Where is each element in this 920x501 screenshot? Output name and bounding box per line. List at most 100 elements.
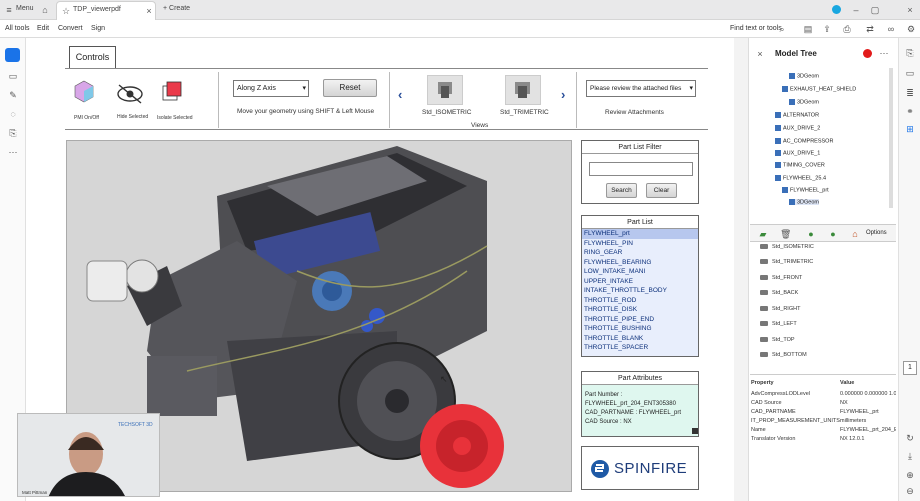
checkbox-icon[interactable]	[789, 73, 795, 79]
view-item-label[interactable]: Std_BACK	[772, 290, 798, 296]
bookmark-icon[interactable]: ⎘	[905, 48, 915, 58]
layers-icon[interactable]: ≣	[905, 88, 915, 98]
list-item[interactable]: FLYWHEEL_BEARING	[582, 258, 698, 268]
clear-button[interactable]: Clear	[646, 183, 677, 198]
select-tool-icon[interactable]	[5, 48, 20, 62]
checkbox-icon[interactable]	[775, 125, 781, 131]
view-thumb-trimetric[interactable]	[505, 75, 541, 105]
pen-icon[interactable]: ✎	[8, 90, 18, 100]
tree-item-label[interactable]: ALTERNATOR	[783, 112, 819, 118]
list-item[interactable]: THROTTLE_DISK	[582, 305, 698, 315]
checkbox-icon[interactable]	[775, 138, 781, 144]
list-item[interactable]: THROTTLE_SPACER	[582, 343, 698, 353]
home-icon[interactable]: ⌂	[40, 5, 50, 15]
part-list[interactable]: FLYWHEEL_prt FLYWHEEL_PIN RING_GEAR FLYW…	[582, 229, 698, 356]
close-panel-icon[interactable]: ×	[755, 49, 765, 59]
lasso-icon[interactable]: ◌	[8, 109, 18, 119]
star-icon[interactable]: ☆	[61, 6, 71, 16]
view-label-isometric[interactable]: Std_ISOMETRIC	[422, 109, 471, 116]
save-icon[interactable]: ▤	[803, 24, 813, 34]
view-item-label[interactable]: Std_TOP	[772, 337, 795, 343]
tree-item-label[interactable]: FLYWHEEL_prt	[790, 187, 829, 193]
filter-input[interactable]	[589, 162, 693, 176]
comment-panel-icon[interactable]: ▭	[905, 68, 915, 78]
sign-menu[interactable]: Sign	[91, 25, 105, 32]
document-tab[interactable]: ☆ TDP_viewerpdf ×	[56, 1, 156, 20]
create-button[interactable]: + Create	[163, 5, 190, 12]
list-item[interactable]: LOW_INTAKE_MANI	[582, 267, 698, 277]
list-item[interactable]: THROTTLE_BUSHING	[582, 324, 698, 334]
search-icon[interactable]: ⌕	[777, 24, 787, 34]
stamp-icon[interactable]: ⎘	[8, 128, 18, 138]
view-item-label[interactable]: Std_LEFT	[772, 321, 797, 327]
list-item[interactable]: THROTTLE_ROD	[582, 296, 698, 306]
tree-item-label[interactable]: 3DGeom	[797, 199, 819, 205]
resize-handle[interactable]	[692, 428, 698, 434]
download-icon[interactable]: ⤓	[905, 451, 915, 461]
options-menu[interactable]: Options	[866, 230, 887, 236]
tree-item-label[interactable]: TIMING_COVER	[783, 162, 825, 168]
page-number[interactable]: 1	[903, 361, 917, 375]
tree-item-label[interactable]: AUX_DRIVE_1	[783, 150, 820, 156]
comment-icon[interactable]: ▭	[8, 71, 18, 81]
convert-menu[interactable]: Convert	[58, 25, 83, 32]
hide-selected-icon[interactable]	[115, 83, 145, 105]
find-tools[interactable]: Find text or tools	[730, 25, 782, 32]
more-options-icon[interactable]: ⋯	[879, 48, 889, 58]
checkbox-icon[interactable]	[789, 199, 795, 205]
view-item-label[interactable]: Std_ISOMETRIC	[772, 244, 814, 250]
delete-view-icon[interactable]: 🗑	[780, 229, 791, 239]
menu-label[interactable]: Menu	[16, 5, 34, 12]
add-view-icon[interactable]: ▰	[758, 229, 768, 239]
axis-select[interactable]: Along Z Axis	[233, 80, 309, 97]
link-icon[interactable]: ∞	[886, 24, 896, 34]
menu-icon[interactable]: ≡	[4, 5, 14, 15]
list-item[interactable]: UPPER_INTAKE	[582, 277, 698, 287]
views-next-icon[interactable]: ›	[561, 87, 565, 102]
checkbox-icon[interactable]	[775, 112, 781, 118]
view-item-label[interactable]: Std_RIGHT	[772, 306, 800, 312]
model-tree-icon[interactable]: ⊞	[905, 124, 915, 134]
tree-item-label[interactable]: EXHAUST_HEAT_SHIELD	[790, 86, 856, 92]
profile-icon[interactable]	[832, 5, 841, 14]
tree-item-label[interactable]: 3DGeom	[797, 73, 819, 79]
settings-icon[interactable]: ⚙	[906, 24, 916, 34]
view-item-label[interactable]: Std_BOTTOM	[772, 352, 807, 358]
list-item[interactable]: THROTTLE_PIPE_END	[582, 315, 698, 325]
more-icon[interactable]: ⋯	[8, 147, 18, 157]
tree-item-label[interactable]: AUX_DRIVE_2	[783, 125, 820, 131]
views-prev-icon[interactable]: ‹	[398, 87, 402, 102]
list-item[interactable]: FLYWHEEL_prt	[582, 229, 698, 239]
tree-item-label[interactable]: AC_COMPRESSOR	[783, 138, 833, 144]
edit-menu[interactable]: Edit	[37, 25, 49, 32]
checkbox-icon[interactable]	[789, 99, 795, 105]
isolate-selected-icon[interactable]	[160, 80, 184, 106]
close-tab-icon[interactable]: ×	[144, 6, 154, 16]
refresh-icon[interactable]: ●	[828, 229, 838, 239]
checkbox-icon[interactable]	[775, 162, 781, 168]
attachment-icon[interactable]: ⚭	[905, 106, 915, 116]
camera-icon[interactable]: ●	[806, 229, 816, 239]
view-label-trimetric[interactable]: Std_TRIMETRIC	[500, 109, 549, 116]
checkbox-icon[interactable]	[782, 86, 788, 92]
record-icon[interactable]	[863, 49, 872, 58]
close-window-icon[interactable]: ×	[905, 5, 915, 15]
checkbox-icon[interactable]	[782, 187, 788, 193]
refresh-page-icon[interactable]: ↻	[905, 433, 915, 443]
attachments-select[interactable]: Please review the attached files	[586, 80, 696, 97]
zoom-in-icon[interactable]: ⊕	[905, 470, 915, 480]
minimize-icon[interactable]: –	[851, 5, 861, 15]
home-view-icon[interactable]: ⌂	[850, 229, 860, 239]
pmi-toggle-icon[interactable]	[73, 79, 95, 107]
print-icon[interactable]: ⎙	[842, 24, 852, 34]
search-button[interactable]: Search	[606, 183, 637, 198]
tree-scrollbar[interactable]	[889, 68, 893, 208]
list-item[interactable]: FLYWHEEL_PIN	[582, 239, 698, 249]
view-thumb-isometric[interactable]	[427, 75, 463, 105]
tree-item-label[interactable]: 3DGeom	[797, 99, 819, 105]
share-icon[interactable]: ⇄	[865, 24, 875, 34]
view-item-label[interactable]: Std_TRIMETRIC	[772, 259, 813, 265]
upload-icon[interactable]: ⇪	[822, 24, 832, 34]
view-item-label[interactable]: Std_FRONT	[772, 275, 802, 281]
tree-item-label[interactable]: FLYWHEEL_25.4	[783, 175, 826, 181]
